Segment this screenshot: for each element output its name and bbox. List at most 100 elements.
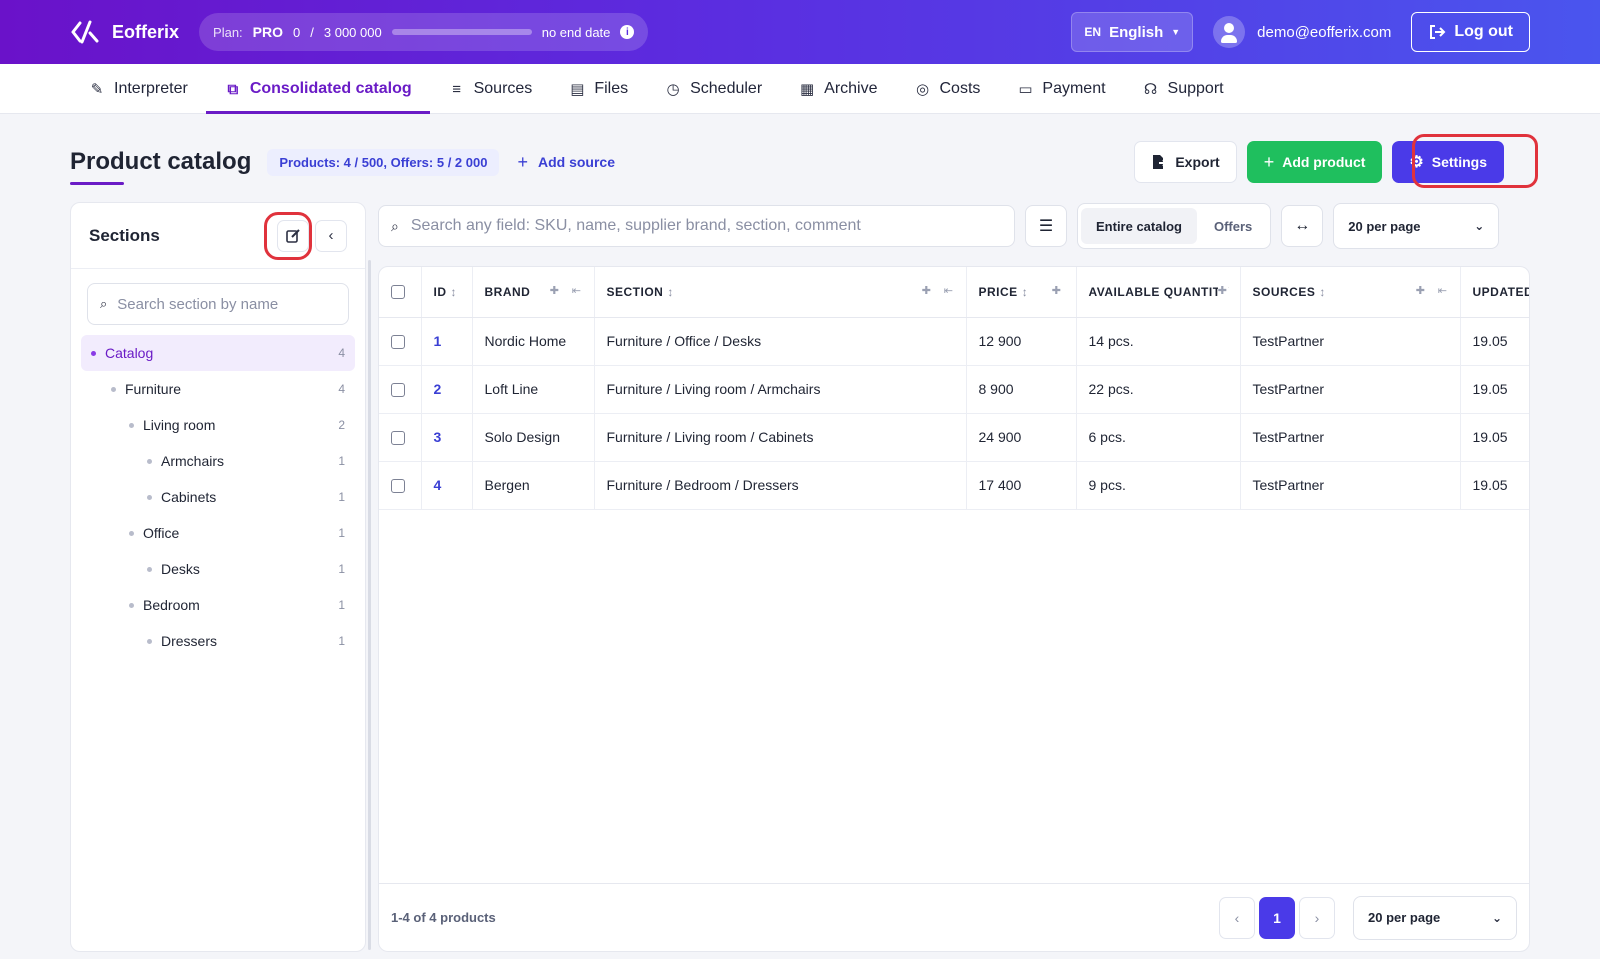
edit-sections-button[interactable] [277,219,309,252]
tree-label: Bedroom [143,597,200,613]
tab-costs[interactable]: ◎ Costs [896,64,999,114]
collapse-column-icon[interactable]: ⇤ [944,284,954,297]
tree-item-desks[interactable]: Desks 1 [81,551,355,587]
catalog-search-input[interactable]: ⌕ Search any field: SKU, name, supplier … [378,205,1015,247]
bullet-icon [111,386,116,392]
plus-icon: + [1263,151,1275,172]
row-checkbox[interactable] [391,335,405,350]
fit-width-button[interactable]: ↔ [1281,205,1324,247]
column-header-id[interactable]: ID ↕ [420,267,472,318]
cell-id[interactable]: 3 [420,413,472,462]
bullet-icon [147,458,152,464]
filter-button[interactable]: ☰ [1025,205,1067,247]
tree-label: Office [143,525,180,541]
per-page-value: 20 per page [1368,910,1441,925]
chevron-down-icon: ⌄ [1491,910,1502,925]
add-product-button[interactable]: + Add product [1246,141,1383,183]
collapse-sections-button[interactable]: ‹ [315,219,347,252]
select-all-checkbox[interactable] [391,285,405,300]
tree-item-dressers[interactable]: Dressers 1 [81,623,355,659]
collapse-column-icon[interactable]: ⇤ [572,284,582,297]
logo-icon [71,20,99,44]
column-header-updated[interactable]: UPDATED [1459,267,1529,318]
tab-interpreter[interactable]: ✎ Interpreter [70,64,206,114]
prev-page-button[interactable]: ‹ [1219,896,1255,939]
language-selector[interactable]: EN English ▼ [1071,12,1194,52]
tab-archive[interactable]: ▦ Archive [780,64,895,114]
product-id-link[interactable]: 1 [434,333,442,349]
sort-icon[interactable]: ↕ [667,285,674,299]
pin-icon[interactable]: ✚ [922,284,932,297]
row-checkbox[interactable] [391,383,405,398]
panel-resize-handle[interactable] [368,260,371,950]
cell-source: TestPartner [1239,365,1460,414]
table-row[interactable]: 3 Solo Design Furniture / Living room / … [379,413,1529,462]
product-id-link[interactable]: 3 [434,429,442,445]
tree-item-office[interactable]: Office 1 [81,515,355,551]
tree-item-furniture[interactable]: Furniture 4 [81,371,355,407]
add-source-link[interactable]: + Add source [517,152,615,173]
scope-offers[interactable]: Offers [1199,208,1267,244]
section-search-input[interactable]: ⌕ Search section by name [87,283,349,325]
language-code: EN [1084,25,1102,39]
cell-id[interactable]: 2 [420,365,472,414]
tree-item-armchairs[interactable]: Armchairs 1 [81,443,355,479]
tree-item-cabinets[interactable]: Cabinets 1 [81,479,355,515]
table-row[interactable]: 4 Bergen Furniture / Bedroom / Dressers … [379,461,1529,510]
tab-scheduler[interactable]: ◷ Scheduler [646,64,780,114]
tab-files[interactable]: ▤ Files [550,64,646,114]
tab-sources[interactable]: ≡ Sources [430,64,551,114]
tab-support[interactable]: ☊ Support [1124,64,1242,114]
next-page-button[interactable]: › [1299,896,1335,939]
column-header-available-quantity[interactable]: AVAILABLE QUANTITY ✚ [1075,267,1240,318]
page-button-current[interactable]: 1 [1259,896,1295,939]
scope-entire-catalog[interactable]: Entire catalog [1081,208,1197,244]
product-id-link[interactable]: 4 [434,477,442,493]
column-header-sources[interactable]: SOURCES ↕ ✚ ⇤ [1239,267,1460,318]
settings-label: Settings [1431,154,1487,170]
settings-button[interactable]: ⚙ Settings [1392,141,1504,183]
brand-logo[interactable]: Eofferix [70,19,179,45]
tree-label: Furniture [125,381,182,397]
table-row[interactable]: 1 Nordic Home Furniture / Office / Desks… [379,317,1529,366]
tree-item-catalog[interactable]: Catalog 4 [81,335,355,371]
pin-icon[interactable]: ✚ [1052,284,1062,297]
product-id-link[interactable]: 2 [434,381,442,397]
info-icon[interactable]: i [620,25,635,39]
table-row[interactable]: 2 Loft Line Furniture / Living room / Ar… [379,365,1529,414]
tree-item-living-room[interactable]: Living room 2 [81,407,355,443]
column-header-price[interactable]: PRICE ↕ ✚ [965,267,1076,318]
pin-icon[interactable]: ✚ [1416,284,1426,297]
column-label: AVAILABLE QUANTITY [1088,284,1230,299]
cell-id[interactable]: 4 [420,461,472,510]
tree-count: 1 [338,526,345,540]
pin-icon[interactable]: ✚ [550,284,560,297]
cell-id[interactable]: 1 [420,317,472,366]
row-checkbox[interactable] [391,431,405,446]
top-bar: Eofferix Plan: PRO 0 / 3 000 000 no end … [0,0,1600,64]
user-account[interactable]: demo@eofferix.com [1213,16,1391,48]
cell-updated: 19.05 [1459,317,1529,366]
export-button[interactable]: Export [1134,141,1237,183]
collapse-column-icon[interactable]: ⇤ [1438,284,1448,297]
per-page-select-bottom[interactable]: 20 per page ⌄ [1353,895,1517,940]
column-label: SECTION [606,284,664,299]
sort-icon[interactable]: ↕ [1319,285,1326,299]
sort-icon[interactable]: ↕ [1022,285,1029,299]
row-checkbox[interactable] [391,479,405,494]
archive-icon: ▦ [800,81,815,98]
tab-payment[interactable]: ▭ Payment [998,64,1123,114]
column-header-brand[interactable]: BRAND ✚ ⇤ [471,267,594,318]
section-tree: Catalog 4 Furniture 4 Living room 2 Armchai… [71,335,365,659]
tree-count: 1 [338,562,345,576]
pin-icon[interactable]: ✚ [1217,284,1228,297]
cell-source: TestPartner [1239,317,1460,366]
sort-icon[interactable]: ↕ [451,285,458,299]
column-header-section[interactable]: SECTION ↕ ✚ ⇤ [593,267,966,318]
cell-quantity: 6 pcs. [1075,413,1240,462]
cell-updated: 19.05 [1459,365,1529,414]
tab-consolidated-catalog[interactable]: ⧉ Consolidated catalog [205,64,430,114]
tree-item-bedroom[interactable]: Bedroom 1 [81,587,355,623]
per-page-select-top[interactable]: 20 per page ⌄ [1333,203,1500,249]
logout-button[interactable]: Log out [1411,12,1530,52]
